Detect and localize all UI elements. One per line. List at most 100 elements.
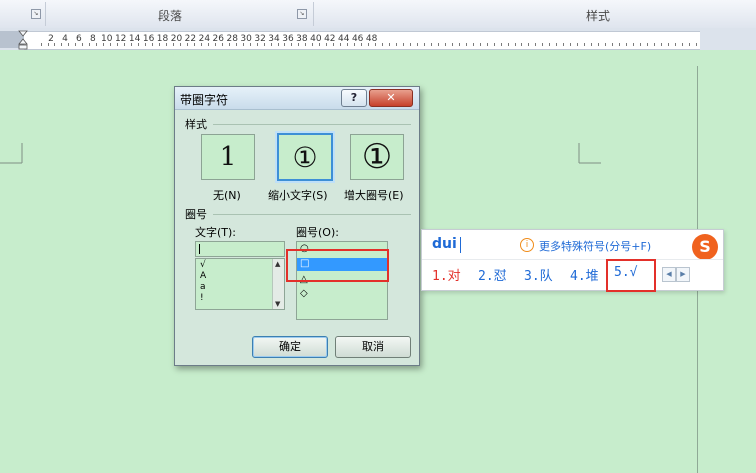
- ruler-tick: [89, 43, 91, 46]
- ruler-tick: [646, 43, 648, 46]
- ruler-number: 8: [89, 34, 96, 44]
- ruler-tick: [493, 43, 495, 46]
- text-listbox[interactable]: √ A a ! ▲ ▼: [195, 258, 285, 310]
- help-button[interactable]: ?: [341, 89, 367, 107]
- annotation-highlight-box: [606, 259, 656, 292]
- ruler-tick: [179, 43, 181, 46]
- style-section-label: 样式: [185, 118, 207, 131]
- ruler-tick: [570, 43, 572, 46]
- ruler-tick: [632, 43, 634, 46]
- ruler-tick: [347, 43, 349, 46]
- ime-candidate-1[interactable]: 1.对: [432, 265, 461, 284]
- list-item[interactable]: a: [200, 282, 206, 292]
- list-item[interactable]: ◇: [300, 288, 308, 299]
- ruler-tick: [221, 43, 223, 46]
- ruler-tick: [472, 43, 474, 46]
- enclose-characters-dialog: 带圈字符 ? ✕ 样式 1 ① ① 无(N) 缩小文字(S) 增大圈号(E) 圈…: [174, 86, 420, 366]
- ruler-tick: [249, 43, 251, 46]
- ruler-tick: [458, 43, 460, 46]
- ime-candidate-4[interactable]: 4.堆: [570, 265, 599, 284]
- ribbon-separator: [313, 2, 314, 26]
- ruler-tick: [75, 43, 77, 46]
- ruler-tick: [214, 43, 216, 46]
- ime-caret: [460, 237, 461, 253]
- style-none-label[interactable]: 无(N): [213, 187, 241, 203]
- ruler-tick: [674, 43, 676, 46]
- ime-divider: [422, 259, 723, 260]
- cancel-button[interactable]: 取消: [335, 336, 411, 358]
- ruler-tick: [430, 43, 432, 46]
- text-field-label: 文字(T):: [195, 226, 237, 239]
- ruler-tick: [389, 43, 391, 46]
- ruler-tick: [131, 43, 133, 46]
- text-input[interactable]: [195, 241, 285, 257]
- list-item[interactable]: !: [200, 293, 204, 303]
- list-item[interactable]: √: [200, 260, 206, 270]
- ruler-tick: [361, 43, 363, 46]
- ruler-tick: [500, 43, 502, 46]
- style-option-shrink-text[interactable]: ①: [277, 133, 333, 181]
- ruler-tick: [639, 43, 641, 46]
- ruler-tick: [193, 43, 195, 46]
- ruler-tick: [270, 43, 272, 46]
- ime-candidate-3[interactable]: 3.队: [524, 265, 553, 284]
- ruler-tick: [479, 43, 481, 46]
- dialog-title-bar[interactable]: 带圈字符 ? ✕: [175, 87, 419, 110]
- ime-candidate-2[interactable]: 2.怼: [478, 265, 507, 284]
- style-shrink-label[interactable]: 缩小文字(S): [268, 187, 328, 203]
- ruler-tick: [172, 43, 174, 46]
- style-shrink-glyph: ①: [292, 140, 318, 174]
- ruler-tick: [200, 43, 202, 46]
- sogou-logo-icon[interactable]: S: [692, 234, 718, 260]
- ime-special-symbols-link[interactable]: 更多特殊符号(分号+F): [539, 238, 651, 254]
- style-option-none[interactable]: 1: [201, 134, 255, 180]
- ruler-number: 6: [76, 34, 82, 44]
- indent-marker-icon[interactable]: [18, 30, 28, 50]
- ruler-tick: [667, 43, 669, 46]
- ruler-tick: [619, 43, 621, 46]
- ruler-tick: [40, 43, 42, 46]
- list-item[interactable]: A: [200, 271, 206, 281]
- document-top-gap: [0, 50, 756, 67]
- ruler-tick: [124, 43, 126, 46]
- ruler-tick: [326, 43, 328, 46]
- circle-field-label: 圈号(O):: [296, 226, 339, 239]
- text-caret: [199, 244, 200, 254]
- annotation-highlight-box: [286, 249, 389, 282]
- ruler-tick: [416, 43, 418, 46]
- ruler-tick: [145, 43, 147, 46]
- style-enlarge-label[interactable]: 增大圈号(E): [344, 187, 404, 203]
- enclosure-section-label: 圈号: [185, 208, 207, 221]
- ruler-tick: [514, 43, 516, 46]
- ok-button[interactable]: 确定: [252, 336, 328, 358]
- ruler-tick: [598, 43, 600, 46]
- style-enlarge-glyph: ①: [361, 137, 393, 177]
- ruler-number: 4: [62, 34, 68, 44]
- ruler-tick: [605, 43, 607, 46]
- horizontal-ruler[interactable]: 2 4 6 8 10 12 14 16 18 20 22 24 26 28 30 32 34 36 38 40 42 44…: [24, 31, 700, 50]
- ruler-tick: [138, 43, 140, 46]
- ruler-tick: [298, 43, 300, 46]
- close-button[interactable]: ✕: [369, 89, 413, 107]
- ruler-tick: [68, 43, 70, 46]
- ruler-tick: [423, 43, 425, 46]
- ruler-tick: [437, 43, 439, 46]
- text-list-scrollbar[interactable]: ▲ ▼: [272, 259, 284, 309]
- style-option-enlarge-symbol[interactable]: ①: [350, 134, 404, 180]
- scroll-down-icon[interactable]: ▼: [275, 300, 280, 308]
- scroll-up-icon[interactable]: ▲: [275, 260, 280, 268]
- ruler-tick: [396, 43, 397, 46]
- next-page-icon[interactable]: ▶: [676, 267, 690, 282]
- ruler-number: 2: [48, 34, 54, 44]
- ruler-tick: [333, 43, 335, 46]
- ruler-tick: [284, 43, 286, 46]
- right-crop-mark-icon: [578, 143, 601, 164]
- prev-page-icon[interactable]: ◀: [662, 267, 676, 282]
- paragraph-dialog-launcher-icon[interactable]: ↘: [297, 9, 307, 19]
- ruler-tick: [402, 43, 404, 46]
- font-dialog-launcher-icon[interactable]: ↘: [31, 9, 41, 19]
- ruler-tick: [681, 43, 683, 46]
- ruler-tick: [695, 43, 697, 46]
- ruler-tick: [688, 43, 690, 46]
- ruler-tick: [584, 43, 586, 46]
